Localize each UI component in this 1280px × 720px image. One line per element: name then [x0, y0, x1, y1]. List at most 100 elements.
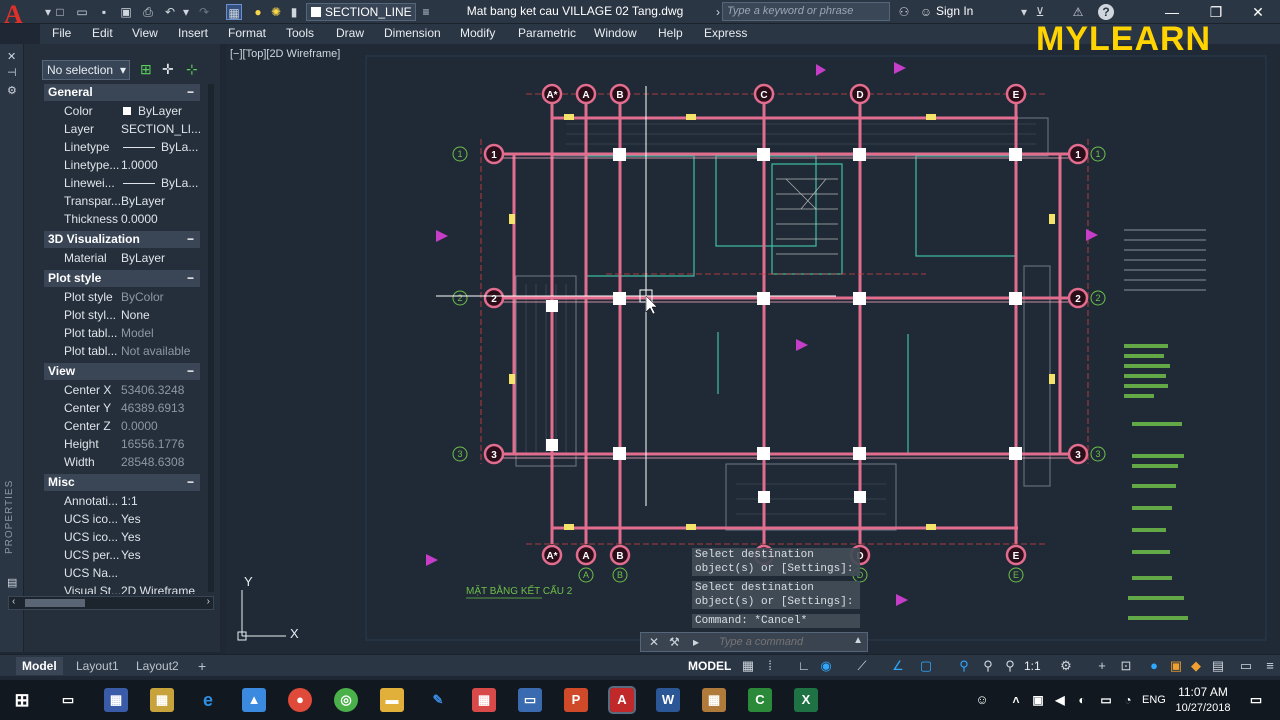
taskbar-app-icon[interactable]: ◎ [334, 688, 358, 712]
prop-lineweight[interactable]: Linewei... ByLa... [44, 174, 200, 192]
volume-icon[interactable]: ◀ [1048, 688, 1072, 712]
command-close-icon[interactable]: ✕ [649, 635, 659, 649]
palette-autohide-icon[interactable]: ⊣ [7, 66, 17, 79]
annotation-visibility-icon[interactable]: ⚲ [956, 658, 972, 674]
object-snap-icon[interactable]: ▢ [918, 658, 934, 674]
prop-visual-style[interactable]: Visual St... 2D Wireframe [44, 582, 200, 594]
palette-menu-icon[interactable]: ▤ [7, 576, 17, 589]
lock-icon[interactable]: ▮ [286, 4, 302, 20]
scroll-left-icon[interactable]: ‹ [12, 596, 15, 607]
customization-icon[interactable]: ≡ [1262, 658, 1278, 674]
prop-ucs-icon-origin[interactable]: UCS ico... Yes [44, 528, 200, 546]
prop-plot-style[interactable]: Plot style ByColor [44, 288, 200, 306]
prop-plot-table-attached[interactable]: Plot tabl... Model [44, 324, 200, 342]
binoculars-icon[interactable]: ⚇ [896, 4, 912, 20]
show-hidden-icons[interactable]: ˄ [1004, 688, 1028, 712]
collapse-icon[interactable]: − [187, 474, 194, 491]
cart-icon[interactable]: ⊻ [1032, 4, 1048, 20]
input-language[interactable]: ENG [1142, 694, 1166, 706]
prop-annotation-scale[interactable]: Annotati... 1:1 [44, 492, 200, 510]
battery-icon[interactable]: ▭ [1094, 688, 1118, 712]
taskbar-app-icon[interactable]: ▭ [518, 688, 542, 712]
taskbar-app-icon[interactable]: ▦ [702, 688, 726, 712]
close-button[interactable]: ✕ [1240, 2, 1276, 22]
menu-draw[interactable]: Draw [336, 26, 364, 40]
taskbar-app-icon[interactable]: ▦ [150, 688, 174, 712]
prop-transparency[interactable]: Transpar... ByLayer [44, 192, 200, 210]
menu-help[interactable]: Help [658, 26, 683, 40]
notifications-icon[interactable]: ▭ [1244, 688, 1268, 712]
print-icon[interactable]: ⎙ [140, 4, 156, 20]
annotation-monitor-icon[interactable]: + [1094, 658, 1110, 674]
collapse-icon[interactable]: − [187, 270, 194, 287]
palette-settings-icon[interactable]: ⚙ [7, 84, 17, 97]
people-icon[interactable]: ☺ [970, 688, 994, 712]
taskbar-app-icon[interactable]: ▲ [242, 688, 266, 712]
save-icon[interactable]: ▪ [96, 4, 112, 20]
powerpoint-icon[interactable]: P [564, 688, 588, 712]
taskbar-app-icon[interactable]: C [748, 688, 772, 712]
section-3d-visualization[interactable]: 3D Visualization − [44, 231, 200, 248]
isodraft-icon[interactable]: ⟋ [854, 658, 870, 674]
model-space-toggle[interactable]: MODEL [688, 659, 731, 673]
tray-app-icon[interactable]: ◐ [1070, 688, 1094, 712]
sign-in-dropdown-icon[interactable]: ▾ [1016, 4, 1032, 20]
taskbar-app-icon[interactable]: ▦ [472, 688, 496, 712]
prop-layer[interactable]: Layer SECTION_LI... [44, 120, 201, 138]
quick-properties-icon[interactable]: ● [1146, 658, 1162, 674]
excel-icon[interactable]: X [794, 688, 818, 712]
search-input[interactable]: Type a keyword or phrase [722, 2, 890, 21]
windows-start-icon[interactable]: ⊞ [10, 688, 34, 712]
prop-ucs-icon-on[interactable]: UCS ico... Yes [44, 510, 200, 528]
prop-thickness[interactable]: Thickness 0.0000 [44, 210, 200, 228]
collapse-icon[interactable]: − [187, 363, 194, 380]
help-icon[interactable]: ? [1098, 4, 1114, 20]
palette-close-icon[interactable]: ✕ [7, 50, 16, 63]
prop-material[interactable]: Material ByLayer [44, 249, 200, 267]
restore-button[interactable]: ❐ [1198, 2, 1234, 22]
redo-icon[interactable]: ↷ [196, 4, 212, 20]
collapse-icon[interactable]: − [187, 84, 194, 101]
clean-screen-icon[interactable]: ▭ [1238, 658, 1254, 674]
command-input[interactable] [719, 634, 849, 650]
select-objects-icon[interactable]: ✛ [162, 61, 174, 78]
undo-dropdown-icon[interactable]: ▾ [178, 4, 194, 20]
menu-express[interactable]: Express [704, 26, 747, 40]
file-explorer-icon[interactable]: ▬ [380, 688, 404, 712]
units-icon[interactable]: ⊡ [1118, 658, 1134, 674]
menu-insert[interactable]: Insert [178, 26, 208, 40]
command-history-toggle-icon[interactable]: ▲ [853, 635, 863, 646]
isolate-objects-icon[interactable]: ◆ [1188, 658, 1204, 674]
minimize-button[interactable]: — [1154, 2, 1190, 22]
ortho-mode-icon[interactable]: ∟ [796, 658, 812, 674]
prop-color[interactable]: Color ByLayer [44, 102, 200, 120]
command-customize-icon[interactable]: ⚒ [669, 635, 680, 649]
section-misc[interactable]: Misc − [44, 474, 200, 491]
edge-browser-icon[interactable]: e [196, 688, 220, 712]
menu-edit[interactable]: Edit [92, 26, 113, 40]
palette-vertical-scrollbar[interactable] [208, 84, 214, 592]
undo-icon[interactable]: ↶ [162, 4, 178, 20]
menu-parametric[interactable]: Parametric [518, 26, 576, 40]
save-as-icon[interactable]: ▣ [118, 4, 134, 20]
section-view[interactable]: View − [44, 363, 200, 380]
tab-layout1[interactable]: Layout1 [70, 657, 125, 675]
menu-file[interactable]: File [52, 26, 71, 40]
prop-width[interactable]: Width 28548.6308 [44, 453, 200, 471]
menu-tools[interactable]: Tools [286, 26, 314, 40]
autocad-taskbar-icon[interactable]: A [608, 686, 636, 714]
scroll-right-icon[interactable]: › [207, 596, 210, 607]
quick-select-icon[interactable]: ⊹ [186, 61, 198, 78]
workspace-gear-icon[interactable]: ⚙ [1058, 658, 1074, 674]
menu-dimension[interactable]: Dimension [384, 26, 441, 40]
menu-window[interactable]: Window [594, 26, 637, 40]
collapse-icon[interactable]: − [187, 231, 194, 248]
prop-plot-table-type[interactable]: Plot tabl... Not available [44, 342, 200, 360]
sign-in-button[interactable]: Sign In [936, 4, 973, 18]
user-icon[interactable]: ☺ [918, 4, 934, 20]
snap-mode-icon[interactable]: ⁞ [762, 658, 778, 674]
annotation-autoscale-icon[interactable]: ⚲ [980, 658, 996, 674]
prop-height[interactable]: Height 16556.1776 [44, 435, 200, 453]
hardware-acceleration-icon[interactable]: ▤ [1210, 658, 1226, 674]
grid-display-icon[interactable]: ▦ [740, 658, 756, 674]
